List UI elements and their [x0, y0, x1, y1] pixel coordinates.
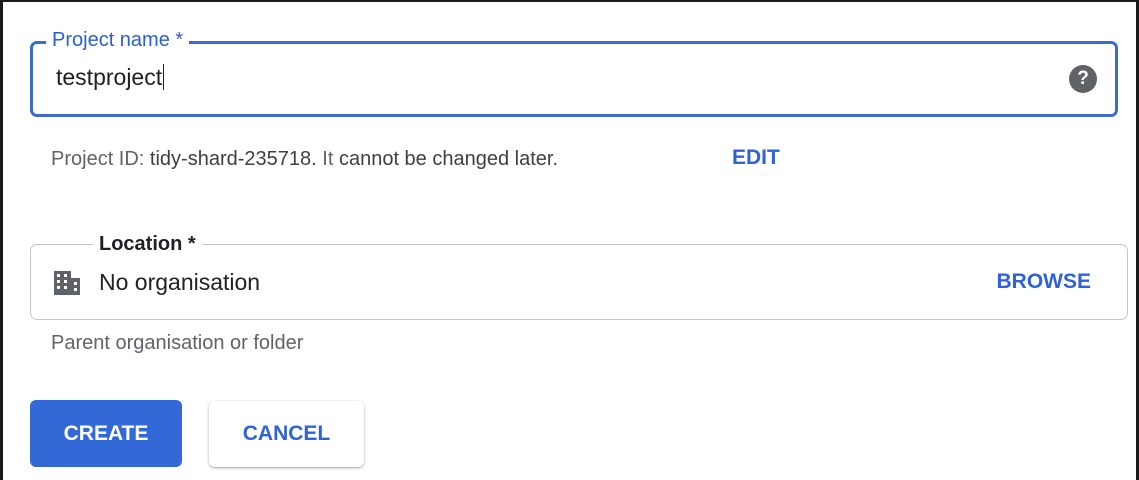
project-id-prefix: Project ID:	[51, 148, 145, 170]
project-name-value: testproject	[56, 64, 163, 90]
help-icon[interactable]: ?	[1069, 65, 1097, 93]
browse-button[interactable]: BROWSE	[997, 266, 1092, 298]
create-button[interactable]: CREATE	[30, 400, 182, 467]
project-name-input[interactable]: testproject	[56, 59, 165, 95]
edit-project-id-button[interactable]: EDIT	[732, 142, 780, 174]
text-caret	[163, 64, 165, 90]
project-name-label: Project name *	[46, 25, 190, 55]
dialog-frame: Project name * testproject ? Project ID:…	[0, 0, 1139, 480]
project-id-middle: It	[322, 148, 334, 170]
location-helper-text: Parent organisation or folder	[51, 332, 304, 354]
project-id-info: Project ID: tidy-shard-235718. It cannot…	[51, 144, 558, 174]
building-icon	[54, 271, 80, 295]
location-label: Location *	[93, 229, 202, 259]
project-name-field[interactable]: Project name * testproject ?	[30, 25, 1118, 117]
project-id-value: tidy-shard-235718.	[149, 148, 317, 170]
location-value: No organisation	[99, 269, 261, 295]
project-id-note: cannot be changed later.	[338, 148, 559, 170]
cancel-button[interactable]: CANCEL	[209, 401, 364, 467]
location-field[interactable]: Location * No organisation BROWSE	[30, 229, 1128, 320]
